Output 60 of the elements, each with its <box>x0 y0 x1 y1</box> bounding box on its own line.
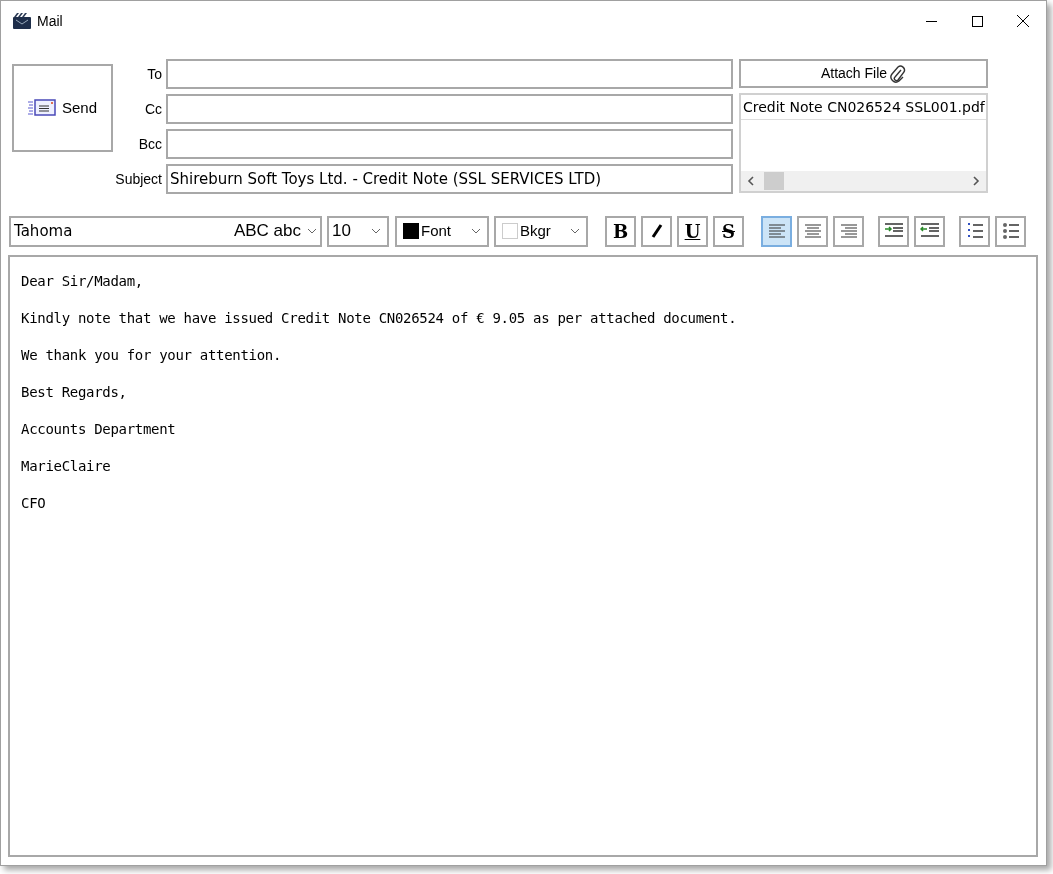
scroll-left-icon[interactable] <box>747 176 754 186</box>
outdent-icon <box>919 223 940 239</box>
text-color-dropdown[interactable]: Font <box>395 215 489 247</box>
underline-button[interactable]: U <box>677 215 708 247</box>
window-title: Mail <box>37 11 63 31</box>
maximize-icon <box>971 15 983 27</box>
envelope-icon <box>27 99 56 117</box>
font-preview: ABC abc <box>233 220 301 243</box>
send-button[interactable]: Send <box>12 64 113 152</box>
indent-button[interactable] <box>878 215 909 247</box>
body-paragraph: Dear Sir/Madam, <box>21 272 144 291</box>
chevron-down-icon <box>570 228 580 234</box>
numbered-list-button[interactable] <box>959 215 990 247</box>
body-paragraph: Accounts Department <box>21 420 177 439</box>
italic-button[interactable] <box>641 215 672 247</box>
paperclip-icon <box>890 64 907 83</box>
chevron-down-icon <box>371 228 381 234</box>
field-label: Subject <box>114 169 163 189</box>
mail-app-icon <box>12 12 32 30</box>
color-swatch <box>403 223 419 239</box>
minimize-icon <box>925 20 937 22</box>
bulleted-list-button[interactable] <box>995 215 1026 247</box>
chevron-down-icon <box>471 228 481 234</box>
font-family-dropdown[interactable]: Tahoma ABC abc <box>9 215 322 247</box>
align-left-icon <box>767 223 786 239</box>
bold-button[interactable]: B <box>605 215 636 247</box>
message-body-editor[interactable]: Dear Sir/Madam, Kindly note that we have issued Credit Note CN026524 of € 9.05 as per attached document. We thank you for your attention. Best Regards, Accounts Department MarieClaire CFO <box>8 255 1038 857</box>
background-color-dropdown[interactable]: Bkgr <box>494 215 588 247</box>
body-paragraph: Best Regards, <box>21 383 128 402</box>
align-center-button[interactable] <box>797 215 828 247</box>
scrollbar-thumb[interactable] <box>764 172 784 190</box>
bulleted-list-icon <box>1001 222 1020 240</box>
field-label: Cc <box>143 99 163 119</box>
field-label: Bcc <box>137 134 163 154</box>
font-family-value: Tahoma <box>14 220 73 242</box>
outdent-button[interactable] <box>914 215 945 247</box>
chevron-down-icon <box>307 228 317 234</box>
align-center-icon <box>803 223 822 239</box>
attachment-item[interactable]: Credit Note CN026524 SSL001.pdf <box>741 95 986 120</box>
body-paragraph: We thank you for your attention. <box>21 346 283 365</box>
strikethrough-button[interactable]: S <box>713 215 744 247</box>
text-field[interactable] <box>166 129 733 159</box>
font-size-dropdown[interactable]: 10 <box>327 215 389 247</box>
align-right-icon <box>839 223 858 239</box>
scroll-right-icon[interactable] <box>973 176 980 186</box>
close-icon <box>1017 15 1029 27</box>
color-swatch <box>502 223 518 239</box>
field-label: To <box>146 64 163 84</box>
body-paragraph: Kindly note that we have issued Credit Note CN026524 of € 9.05 as per attached document. <box>21 309 738 328</box>
horizontal-scrollbar[interactable] <box>741 171 986 191</box>
attach-file-button[interactable]: Attach File <box>739 59 988 88</box>
numbered-list-icon <box>965 222 984 240</box>
body-paragraph: MarieClaire <box>21 457 112 476</box>
text-field[interactable] <box>166 94 733 124</box>
text-field[interactable]: Shireburn Soft Toys Ltd. - Credit Note (SSL SERVICES LTD) <box>166 164 733 194</box>
text-field[interactable] <box>166 59 733 89</box>
align-right-button[interactable] <box>833 215 864 247</box>
indent-icon <box>883 223 904 239</box>
align-left-button[interactable] <box>761 215 792 247</box>
body-paragraph: CFO <box>21 494 47 513</box>
